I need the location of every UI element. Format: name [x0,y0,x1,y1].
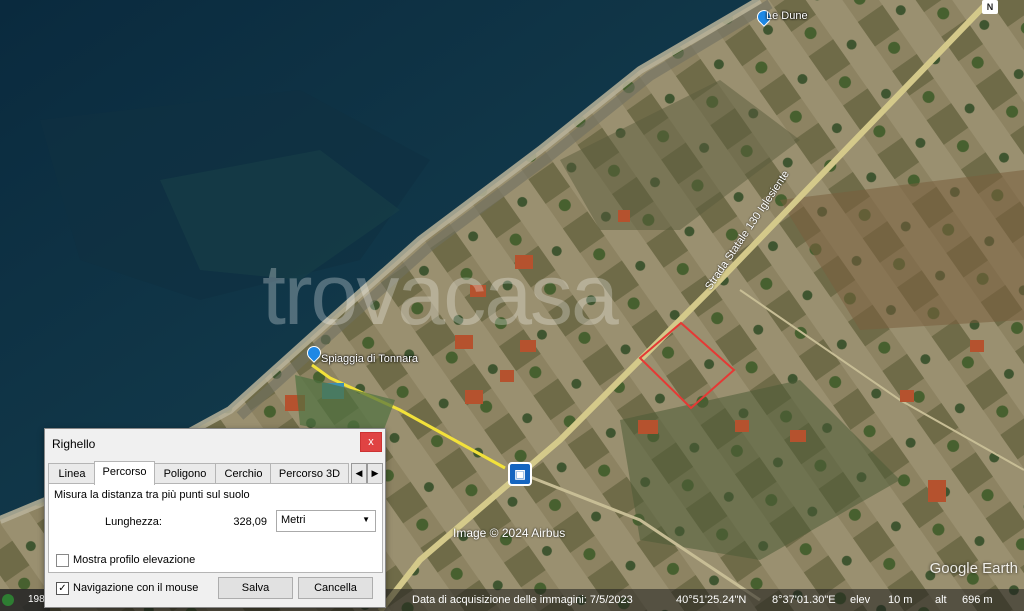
dialog-title: Righello [52,437,96,451]
unit-value: Metri [281,514,306,526]
ruler-dialog: Righello x Linea Percorso Poligono Cerch… [44,428,386,608]
tab-panel: Misura la distanza tra più punti sul suo… [48,483,383,573]
north-indicator[interactable]: N [982,0,998,14]
description: Misura la distanza tra più punti sul suo… [54,489,250,501]
tab-cerchio[interactable]: Cerchio [215,463,272,484]
elevation-profile-checkbox[interactable] [56,554,69,567]
length-label: Lunghezza: [105,516,162,528]
elev-value: 10 m [888,594,913,606]
tab-linea[interactable]: Linea [48,463,96,484]
alt-value: 696 m [962,594,993,606]
unit-select[interactable]: Metri ▼ [276,510,376,532]
tab-percorso-3d[interactable]: Percorso 3D [270,463,349,484]
scale-label: 198 [28,594,45,605]
tab-scroll-left-icon[interactable]: ◀ [351,463,367,484]
cancel-button[interactable]: Cancella [298,577,373,599]
acquisition-date: Data di acquisizione delle immagini: 7/5… [412,594,633,606]
bus-stop-icon[interactable]: ▣ [508,462,532,486]
elev-label: elev [850,594,871,606]
alt-label: alt [935,594,947,606]
save-button[interactable]: Salva [218,577,293,599]
chevron-down-icon: ▼ [362,515,370,524]
tab-poligono[interactable]: Poligono [153,463,217,484]
place-label-spiaggia[interactable]: Spiaggia di Tonnara [321,353,418,365]
mouse-nav-label: Navigazione con il mouse [73,582,199,594]
place-label-le-dune[interactable]: Le Dune [766,10,808,22]
latitude: 40°51'25.24"N [676,594,747,606]
longitude: 8°37'01.30"E [772,594,836,606]
length-value: 328,09 [233,516,267,528]
google-earth-logo: Google Earth [929,560,1018,577]
image-credit: Image © 2024 Airbus [453,526,566,540]
scale-corner: 198 [0,589,50,611]
tab-scroll-right-icon[interactable]: ▶ [367,463,383,484]
mouse-nav-checkbox[interactable]: ✓ [56,582,69,595]
tab-bar: Linea Percorso Poligono Cerchio Percorso… [47,461,383,485]
globe-icon [2,594,14,606]
close-button[interactable]: x [360,432,382,452]
tab-percorso[interactable]: Percorso [94,461,155,485]
watermark: trovacasa [262,247,619,343]
elevation-profile-label: Mostra profilo elevazione [73,554,196,566]
